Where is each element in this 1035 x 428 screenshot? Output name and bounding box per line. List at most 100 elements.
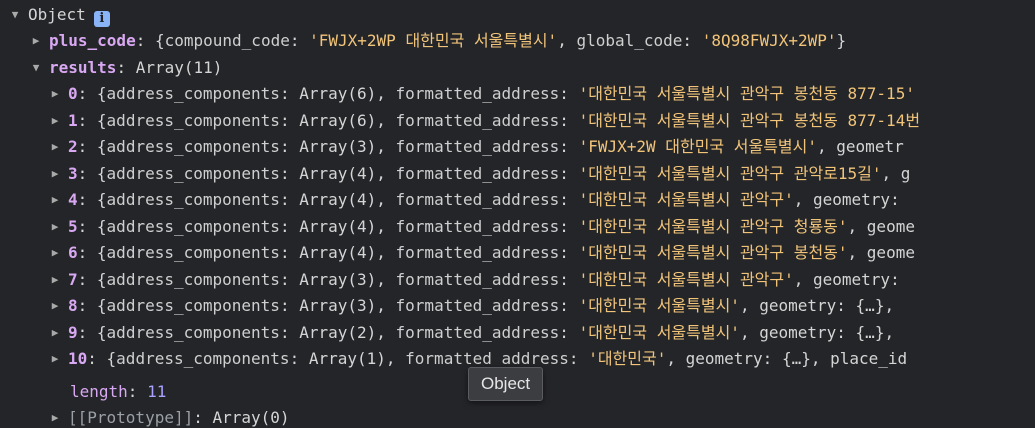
collapsed-triangle-icon[interactable]: ▶ xyxy=(49,108,61,134)
result-index: 7 xyxy=(68,269,78,289)
result-index: 6 xyxy=(68,243,78,262)
address-components-value: Array(1) xyxy=(308,349,386,368)
result-trailing-text: , geometry: {…}, xyxy=(739,322,895,342)
result-item-row[interactable]: ▶ 5: {address_components: Array(4), forma… xyxy=(0,214,1035,240)
collapsed-triangle-icon[interactable]: ▶ xyxy=(49,187,61,213)
address-components-value: Array(4) xyxy=(299,243,377,262)
root-object-row[interactable]: ▼ Object i xyxy=(0,2,1035,28)
formatted-address-label: formatted_address xyxy=(395,269,560,289)
result-item-row[interactable]: ▶ 9: {address_components: Array(2), forma… xyxy=(0,320,1035,346)
result-index: 1 xyxy=(68,110,78,130)
formatted-address-label: formatted_address xyxy=(395,296,560,315)
result-trailing-text: , geometry: {…}, xyxy=(739,296,895,315)
compound-code-value: 'FWJX+2WP 대한민국 서울특별시' xyxy=(309,31,558,50)
result-index: 4 xyxy=(68,190,78,209)
console-output: ▼ Object i ▶ plus_code: {compound_code: 'FW… xyxy=(0,0,1035,428)
results-key: results xyxy=(49,58,117,77)
expanded-triangle-icon[interactable]: ▼ xyxy=(30,55,42,81)
result-trailing-text: , geometry: xyxy=(793,269,900,289)
formatted-address-label: formatted_address xyxy=(395,110,560,130)
formatted-address-value: 'FWJX+2W 대한민국 서울특별시' xyxy=(578,137,818,156)
tooltip: Object xyxy=(468,367,544,401)
address-components-value: Array(6) xyxy=(299,84,377,103)
address-components-label: address_components xyxy=(106,296,280,315)
length-value: 11 xyxy=(147,382,167,401)
result-index: 2 xyxy=(68,137,78,156)
global-code-value: '8Q98FWJX+2WP' xyxy=(701,31,837,50)
result-item-row[interactable]: ▶ 3: {address_components: Array(4), forma… xyxy=(0,161,1035,187)
result-item-row[interactable]: ▶ 2: {address_components: Array(3), forma… xyxy=(0,134,1035,160)
collapsed-triangle-icon[interactable]: ▶ xyxy=(49,346,61,372)
address-components-label: address_components xyxy=(106,110,280,130)
result-item-row[interactable]: ▶ 0: {address_components: Array(6), forma… xyxy=(0,81,1035,107)
formatted-address-value: '대한민국 서울특별시' xyxy=(578,322,740,342)
formatted-address-value: '대한민국 서울특별시 관악구 봉천동 877-14번 xyxy=(578,110,921,130)
collapsed-triangle-icon[interactable]: ▶ xyxy=(49,240,61,266)
result-index: 8 xyxy=(68,296,78,315)
formatted-address-label: formatted_address xyxy=(395,163,560,183)
collapsed-triangle-icon[interactable]: ▶ xyxy=(49,405,61,428)
formatted-address-label: formatted_address xyxy=(395,322,560,342)
info-icon[interactable]: i xyxy=(93,11,110,27)
results-value: Array(11) xyxy=(135,58,223,77)
formatted-address-value: '대한민국 서울특별시 관악구' xyxy=(578,269,794,289)
address-components-label: address_components xyxy=(106,84,280,103)
collapsed-triangle-icon[interactable]: ▶ xyxy=(49,293,61,319)
address-components-value: Array(4) xyxy=(299,163,377,183)
formatted-address-label: formatted_address xyxy=(395,84,560,103)
collapsed-triangle-icon[interactable]: ▶ xyxy=(49,81,61,107)
plus-code-key: plus_code xyxy=(49,31,136,50)
address-components-value: Array(4) xyxy=(299,216,377,236)
formatted-address-value: '대한민국' xyxy=(588,349,667,368)
collapsed-triangle-icon[interactable]: ▶ xyxy=(49,161,61,187)
formatted-address-value: '대한민국 서울특별시 관악구' xyxy=(578,190,794,209)
collapsed-triangle-icon[interactable]: ▶ xyxy=(49,267,61,293)
formatted-address-value: '대한민국 서울특별시 관악구 관악로15길' xyxy=(578,163,882,183)
expanded-triangle-icon[interactable]: ▼ xyxy=(9,2,21,28)
collapsed-triangle-icon[interactable]: ▶ xyxy=(30,28,42,54)
result-item-row[interactable]: ▶ 7: {address_components: Array(3), forma… xyxy=(0,267,1035,293)
address-components-value: Array(3) xyxy=(299,137,377,156)
formatted-address-label: formatted_address xyxy=(395,137,560,156)
result-trailing-text: , geometry: {…}, place_id xyxy=(666,349,908,368)
formatted-address-value: '대한민국 서울특별시 관악구 봉천동' xyxy=(578,243,848,262)
address-components-label: address_components xyxy=(106,322,280,342)
formatted-address-label: formatted_address xyxy=(395,216,560,236)
collapsed-triangle-icon[interactable]: ▶ xyxy=(49,134,61,160)
formatted-address-label: formatted_address xyxy=(405,349,569,368)
result-trailing-text: , geome xyxy=(847,243,915,262)
prototype-row[interactable]: ▶ [[Prototype]]: Array(0) xyxy=(0,405,1035,428)
formatted-address-value: '대한민국 서울특별시' xyxy=(578,296,740,315)
result-item-row[interactable]: ▶ 8: {address_components: Array(3), forma… xyxy=(0,293,1035,319)
address-components-label: address_components xyxy=(116,349,290,368)
collapsed-triangle-icon[interactable]: ▶ xyxy=(49,214,61,240)
address-components-label: address_components xyxy=(106,269,280,289)
result-index: 5 xyxy=(68,216,78,236)
address-components-value: Array(3) xyxy=(299,296,377,315)
address-components-value: Array(2) xyxy=(299,322,377,342)
result-trailing-text: , geometry: xyxy=(793,190,900,209)
result-index: 3 xyxy=(68,163,78,183)
result-trailing-text: , geometr xyxy=(817,137,904,156)
results-row[interactable]: ▼ results: Array(11) xyxy=(0,55,1035,81)
formatted-address-label: formatted_address xyxy=(395,190,560,209)
formatted-address-value: '대한민국 서울특별시 관악구 청룡동' xyxy=(578,216,848,236)
address-components-label: address_components xyxy=(106,190,280,209)
formatted-address-label: formatted_address xyxy=(395,243,560,262)
result-index: 10 xyxy=(68,349,88,368)
result-index: 9 xyxy=(68,322,78,342)
plus-code-row[interactable]: ▶ plus_code: {compound_code: 'FWJX+2WP 대한… xyxy=(0,28,1035,54)
result-item-row[interactable]: ▶ 1: {address_components: Array(6), forma… xyxy=(0,108,1035,134)
result-item-row[interactable]: ▶ 6: {address_components: Array(4), forma… xyxy=(0,240,1035,266)
result-index: 0 xyxy=(68,84,78,103)
length-key: length xyxy=(70,382,128,401)
collapsed-triangle-icon[interactable]: ▶ xyxy=(49,320,61,346)
result-item-row[interactable]: ▶ 4: {address_components: Array(4), forma… xyxy=(0,187,1035,213)
address-components-label: address_components xyxy=(106,243,280,262)
address-components-value: Array(4) xyxy=(299,190,377,209)
address-components-label: address_components xyxy=(106,137,280,156)
prototype-key: [[Prototype]] xyxy=(68,408,194,427)
result-trailing-text: , g xyxy=(881,163,911,183)
address-components-label: address_components xyxy=(106,163,280,183)
address-components-value: Array(6) xyxy=(299,110,377,130)
